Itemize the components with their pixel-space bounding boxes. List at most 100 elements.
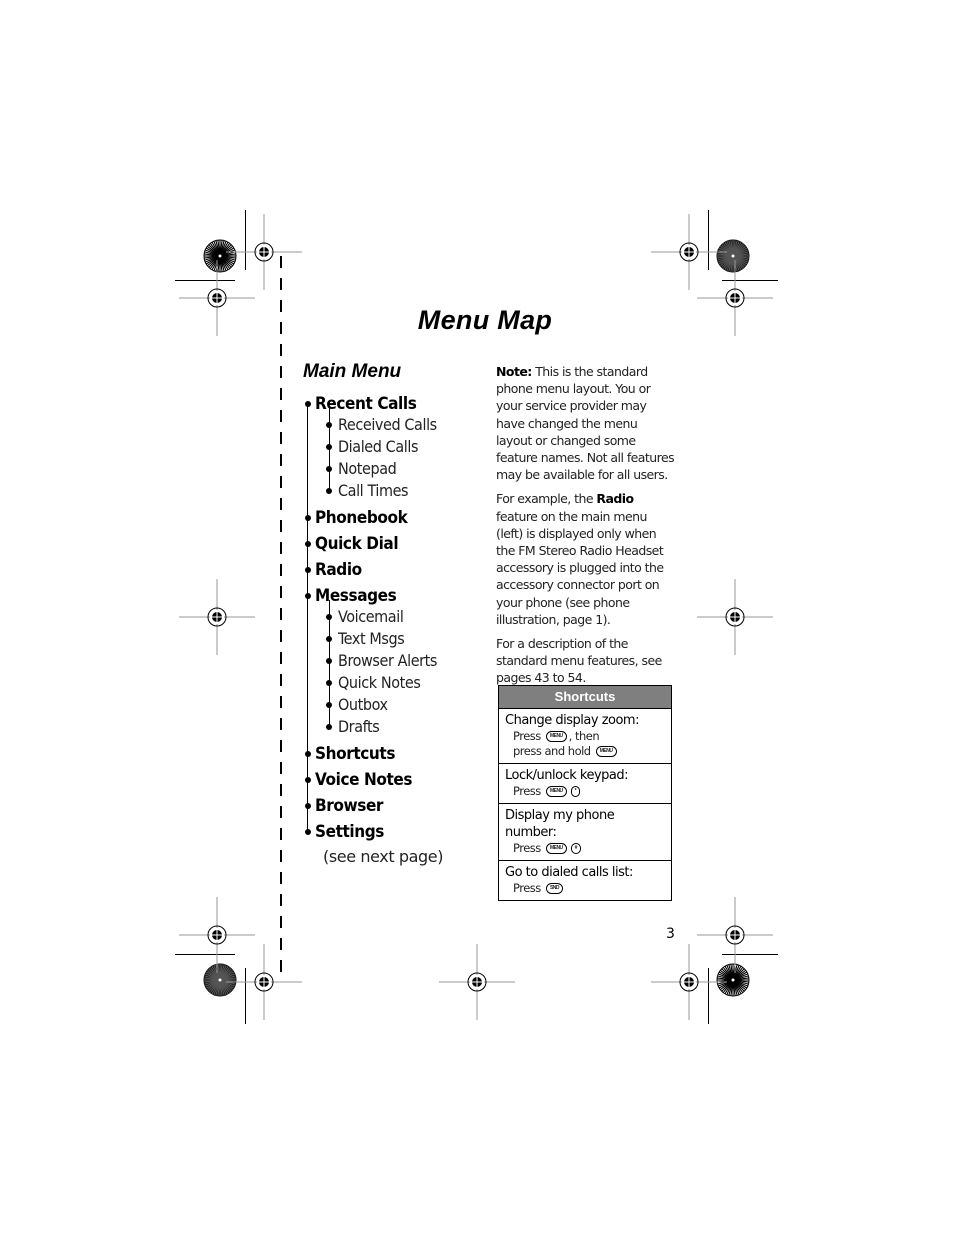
bullet-icon bbox=[305, 515, 311, 521]
submenu-group: Received Calls Dialed Calls Notepad Call Ti… bbox=[303, 408, 483, 502]
fold-dash bbox=[280, 674, 282, 686]
fold-dash bbox=[280, 454, 282, 466]
fold-dash bbox=[280, 806, 282, 818]
menu-item: Recent Calls bbox=[303, 392, 483, 414]
submenu-item: Notepad bbox=[303, 458, 483, 480]
submenu-item: Quick Notes bbox=[303, 672, 483, 694]
page-number: 3 bbox=[666, 926, 675, 942]
bullet-icon bbox=[305, 829, 311, 835]
submenu-item-label: Outbox bbox=[338, 695, 388, 714]
key-menu-icon: MENU bbox=[545, 843, 567, 854]
settings-note: (see next page) bbox=[323, 847, 444, 866]
menu-tree: Recent Calls Received Calls Dialed Calls No… bbox=[303, 392, 483, 868]
shortcut-row: Display my phone number: Press MENU # bbox=[499, 803, 671, 860]
shortcut-label: Change display zoom: bbox=[505, 713, 639, 728]
example-suffix: feature on the main menu (left) is displ… bbox=[496, 508, 664, 627]
key-snd-icon: SND bbox=[545, 883, 563, 894]
menu-item-label: Browser bbox=[315, 796, 384, 816]
menu-item: Quick Dial bbox=[303, 532, 483, 558]
menu-item: Browser bbox=[303, 794, 483, 820]
fold-dash bbox=[280, 608, 282, 620]
notes-column: Note: This is the standard phone menu la… bbox=[496, 363, 676, 694]
fold-dash bbox=[280, 696, 282, 708]
bullet-icon bbox=[326, 724, 332, 730]
submenu-item: Call Times bbox=[303, 480, 483, 502]
submenu-item-label: Notepad bbox=[338, 459, 397, 478]
submenu-item-label: Quick Notes bbox=[338, 673, 421, 692]
bullet-icon bbox=[326, 636, 332, 642]
note-paragraph: Note: This is the standard phone menu la… bbox=[496, 363, 676, 483]
fold-dash bbox=[280, 542, 282, 554]
main-menu-heading: Main Menu bbox=[303, 361, 402, 382]
menu-item: Settings bbox=[303, 820, 483, 846]
submenu-item-label: Call Times bbox=[338, 481, 409, 500]
fold-dash bbox=[280, 410, 282, 422]
submenu-item: Received Calls bbox=[303, 414, 483, 436]
step-text: Press bbox=[513, 729, 541, 743]
submenu-item-label: Received Calls bbox=[338, 415, 437, 434]
fold-dash bbox=[280, 388, 282, 400]
key-menu-icon: MENU bbox=[545, 786, 567, 797]
bullet-icon bbox=[305, 401, 311, 407]
shortcut-step: Press MENU * bbox=[505, 784, 665, 799]
registration-mark-icon bbox=[226, 944, 302, 1020]
fold-dash bbox=[280, 344, 282, 356]
note-text: This is the standard phone menu layout. … bbox=[496, 364, 675, 483]
menu-item: Messages bbox=[303, 584, 483, 606]
bullet-icon bbox=[305, 541, 311, 547]
bullet-icon bbox=[326, 614, 332, 620]
step-text: press and hold bbox=[513, 744, 591, 758]
key-menu-icon: MENU bbox=[595, 746, 617, 757]
note-label: Note: bbox=[496, 364, 532, 379]
submenu-item-label: Voicemail bbox=[338, 607, 404, 626]
submenu-item: Browser Alerts bbox=[303, 650, 483, 672]
bullet-icon bbox=[326, 422, 332, 428]
menu-item: Radio bbox=[303, 558, 483, 584]
fold-dash bbox=[280, 366, 282, 378]
menu-item-label: Recent Calls bbox=[315, 394, 417, 414]
fold-dash bbox=[280, 850, 282, 862]
bullet-icon bbox=[305, 777, 311, 783]
shortcut-label: Go to dialed calls list: bbox=[505, 865, 633, 880]
shortcut-step: press and hold MENU bbox=[505, 744, 665, 759]
bullet-icon bbox=[305, 803, 311, 809]
shortcut-step: Press MENU, then bbox=[505, 729, 665, 744]
page-title: Menu Map bbox=[417, 305, 553, 335]
example-bold: Radio bbox=[596, 491, 634, 507]
menu-item-label: Quick Dial bbox=[315, 534, 399, 554]
shortcuts-table: Shortcuts Change display zoom: Press MENU… bbox=[498, 685, 672, 901]
registration-mark-icon bbox=[439, 944, 515, 1020]
shortcuts-header: Shortcuts bbox=[499, 686, 671, 709]
registration-mark-icon bbox=[179, 579, 255, 655]
fold-dash bbox=[280, 564, 282, 576]
fold-dash bbox=[280, 476, 282, 488]
shortcut-row: Lock/unlock keypad: Press MENU * bbox=[499, 763, 671, 803]
submenu-item: Voicemail bbox=[303, 606, 483, 628]
fold-dash bbox=[280, 432, 282, 444]
menu-item-label: Messages bbox=[315, 586, 397, 606]
fold-dash bbox=[280, 740, 282, 752]
submenu-item: Drafts bbox=[303, 716, 483, 738]
fold-dash bbox=[280, 498, 282, 510]
shortcut-step: Press MENU # bbox=[505, 841, 665, 856]
submenu-group: Voicemail Text Msgs Browser Alerts Quick No… bbox=[303, 600, 483, 738]
fold-dash bbox=[280, 718, 282, 730]
fold-dash bbox=[280, 872, 282, 884]
bullet-icon bbox=[305, 751, 311, 757]
key-star-icon: * bbox=[570, 786, 581, 797]
menu-item-label: Voice Notes bbox=[315, 770, 413, 790]
fold-dash bbox=[280, 784, 282, 796]
fold-dash bbox=[280, 828, 282, 840]
bullet-icon bbox=[326, 466, 332, 472]
bullet-icon bbox=[326, 702, 332, 708]
key-pound-icon: # bbox=[570, 843, 581, 854]
key-menu-icon: MENU bbox=[545, 731, 567, 742]
menu-item-label: Phonebook bbox=[315, 508, 408, 528]
description-paragraph: For a description of the standard menu f… bbox=[496, 636, 662, 686]
bullet-icon bbox=[305, 567, 311, 573]
fold-dash bbox=[280, 894, 282, 906]
shortcut-label: Display my phone number: bbox=[505, 808, 615, 840]
bullet-icon bbox=[305, 593, 311, 599]
step-text: Press bbox=[513, 841, 541, 855]
step-text: Press bbox=[513, 881, 541, 895]
